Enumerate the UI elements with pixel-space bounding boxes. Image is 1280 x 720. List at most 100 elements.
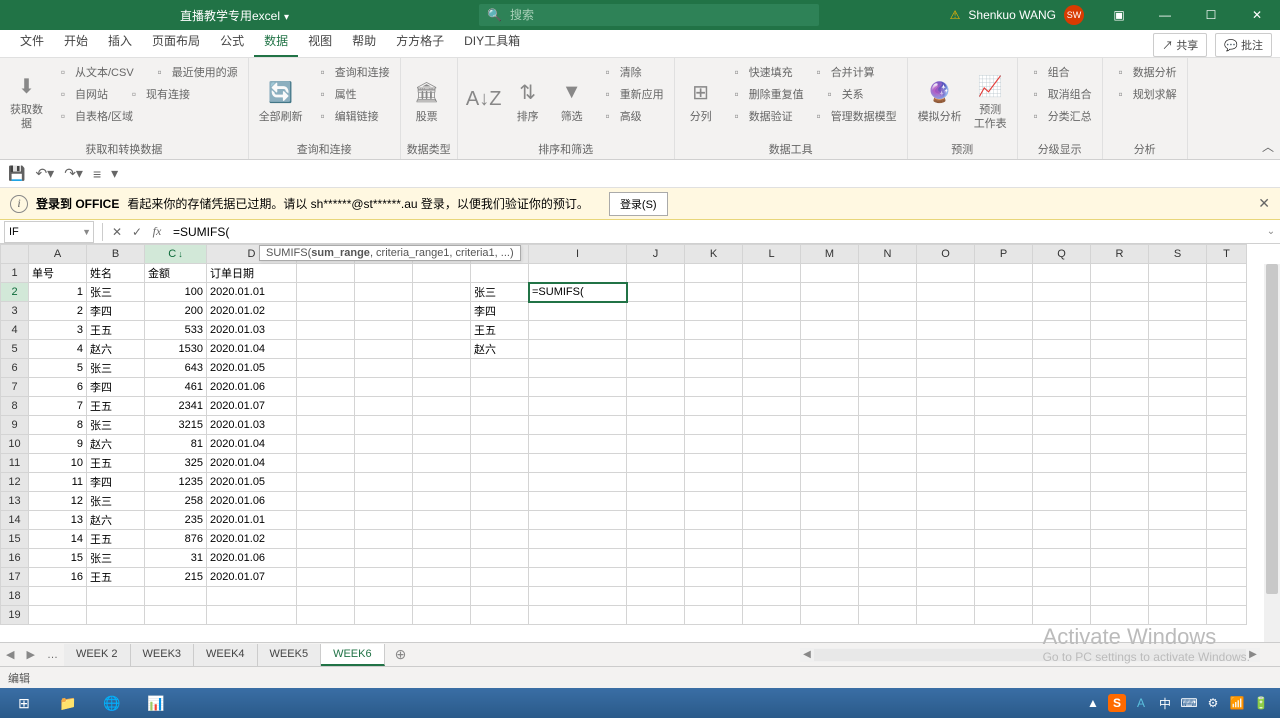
- cell[interactable]: [413, 606, 471, 625]
- cell[interactable]: 王五: [471, 321, 529, 340]
- cell[interactable]: [685, 321, 743, 340]
- cell[interactable]: 8: [29, 416, 87, 435]
- cell[interactable]: 200: [145, 302, 207, 321]
- cell[interactable]: [1149, 378, 1207, 397]
- search-box[interactable]: 🔍: [479, 4, 819, 26]
- row-header[interactable]: 4: [1, 321, 29, 340]
- cell[interactable]: [1091, 340, 1149, 359]
- cell[interactable]: 张三: [471, 283, 529, 302]
- collapse-ribbon-icon[interactable]: ︿: [1262, 138, 1274, 155]
- cell[interactable]: [529, 397, 627, 416]
- ime-icon[interactable]: ⌨: [1180, 694, 1198, 712]
- cell[interactable]: [801, 492, 859, 511]
- cell[interactable]: [917, 492, 975, 511]
- cell[interactable]: 100: [145, 283, 207, 302]
- cell[interactable]: 15: [29, 549, 87, 568]
- ribbon-button[interactable]: ▫清除: [596, 62, 646, 82]
- cell[interactable]: [859, 378, 917, 397]
- minimize-button[interactable]: —: [1142, 0, 1188, 30]
- cell[interactable]: [685, 587, 743, 606]
- cell[interactable]: [859, 435, 917, 454]
- cell[interactable]: [743, 302, 801, 321]
- cell[interactable]: 李四: [87, 473, 145, 492]
- row-header[interactable]: 9: [1, 416, 29, 435]
- cell[interactable]: [529, 454, 627, 473]
- cell[interactable]: [743, 606, 801, 625]
- workbook-title[interactable]: 直播教学专用excel▾: [180, 7, 289, 24]
- row-header[interactable]: 16: [1, 549, 29, 568]
- cell[interactable]: [975, 340, 1033, 359]
- ribbon-button[interactable]: ▫查询和连接: [311, 62, 394, 82]
- cell[interactable]: [529, 321, 627, 340]
- cell[interactable]: [801, 435, 859, 454]
- cell[interactable]: 姓名: [87, 264, 145, 283]
- cell[interactable]: 张三: [87, 416, 145, 435]
- sheet-tab[interactable]: WEEK6: [321, 644, 385, 666]
- cell[interactable]: [801, 587, 859, 606]
- cell[interactable]: [1149, 549, 1207, 568]
- column-header-C[interactable]: C↓: [145, 245, 207, 264]
- column-header-S[interactable]: S: [1149, 245, 1207, 264]
- close-button[interactable]: ✕: [1234, 0, 1280, 30]
- ribbon-button[interactable]: ⇅排序: [508, 62, 548, 139]
- cell[interactable]: [413, 568, 471, 587]
- cell[interactable]: 王五: [87, 530, 145, 549]
- ribbon-button[interactable]: ▫现有连接: [122, 84, 194, 104]
- formula-input[interactable]: [167, 221, 1262, 243]
- cell[interactable]: 1: [29, 283, 87, 302]
- cell[interactable]: [917, 264, 975, 283]
- cell[interactable]: [1207, 340, 1247, 359]
- cell[interactable]: [471, 416, 529, 435]
- cell[interactable]: [355, 283, 413, 302]
- cell[interactable]: 2020.01.02: [207, 530, 297, 549]
- cell[interactable]: [917, 568, 975, 587]
- cell[interactable]: [1149, 454, 1207, 473]
- cell[interactable]: 赵六: [87, 435, 145, 454]
- worksheet-grid[interactable]: SUMIFS(sum_range, criteria_range1, crite…: [0, 244, 1280, 642]
- ribbon-button[interactable]: A↓Z: [464, 62, 504, 139]
- cell[interactable]: [297, 302, 355, 321]
- cell[interactable]: [413, 321, 471, 340]
- cell[interactable]: [685, 511, 743, 530]
- cell[interactable]: [627, 606, 685, 625]
- close-bar-icon[interactable]: ✕: [1258, 195, 1270, 212]
- cell[interactable]: [1207, 283, 1247, 302]
- cell[interactable]: 11: [29, 473, 87, 492]
- cell[interactable]: [975, 264, 1033, 283]
- cell[interactable]: [1091, 511, 1149, 530]
- cell[interactable]: [145, 587, 207, 606]
- cell[interactable]: [1033, 606, 1091, 625]
- cell[interactable]: [859, 340, 917, 359]
- cell[interactable]: [413, 530, 471, 549]
- cell[interactable]: [297, 283, 355, 302]
- qat-customize-icon[interactable]: ▾: [111, 165, 118, 182]
- cell[interactable]: [917, 321, 975, 340]
- cell[interactable]: [917, 283, 975, 302]
- row-header[interactable]: 1: [1, 264, 29, 283]
- tab-方方格子[interactable]: 方方格子: [386, 26, 454, 57]
- cell[interactable]: [685, 435, 743, 454]
- cell[interactable]: [471, 568, 529, 587]
- cell[interactable]: [529, 416, 627, 435]
- cell[interactable]: [743, 549, 801, 568]
- cell[interactable]: [1033, 587, 1091, 606]
- cell[interactable]: [627, 416, 685, 435]
- row-header[interactable]: 7: [1, 378, 29, 397]
- cell[interactable]: [743, 492, 801, 511]
- cell[interactable]: [1091, 359, 1149, 378]
- cell[interactable]: [355, 606, 413, 625]
- cell[interactable]: [685, 416, 743, 435]
- cell[interactable]: [859, 359, 917, 378]
- cell[interactable]: [685, 568, 743, 587]
- cell[interactable]: 赵六: [87, 511, 145, 530]
- cell[interactable]: [471, 435, 529, 454]
- column-header-A[interactable]: A: [29, 245, 87, 264]
- cell[interactable]: [859, 283, 917, 302]
- cell[interactable]: [297, 606, 355, 625]
- cell[interactable]: [1207, 473, 1247, 492]
- cell[interactable]: [917, 302, 975, 321]
- cell[interactable]: 2020.01.06: [207, 549, 297, 568]
- avatar[interactable]: SW: [1064, 5, 1084, 25]
- cell[interactable]: [975, 321, 1033, 340]
- cell[interactable]: 1530: [145, 340, 207, 359]
